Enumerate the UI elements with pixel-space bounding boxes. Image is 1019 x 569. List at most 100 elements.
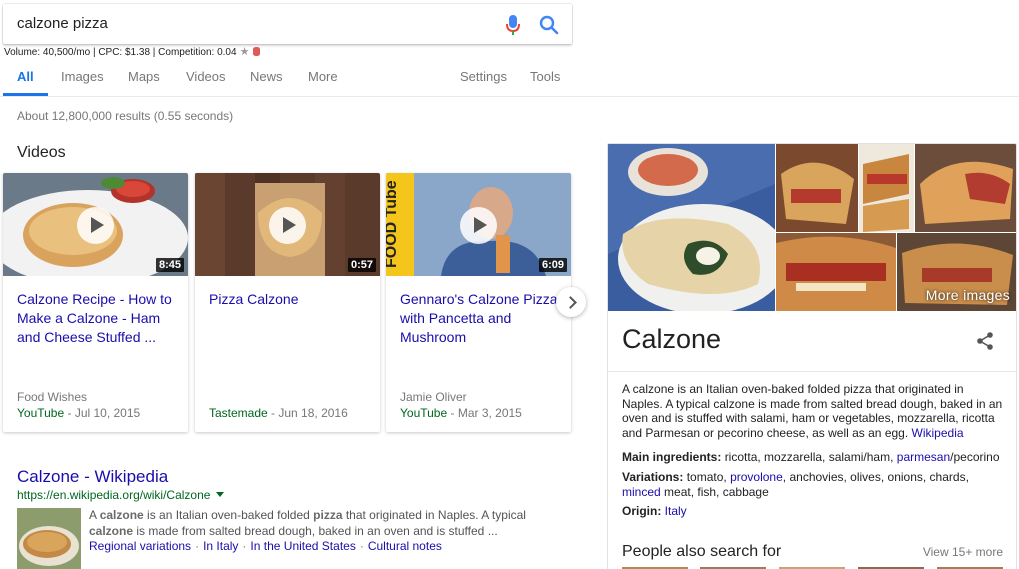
minced-link[interactable]: minced xyxy=(622,485,661,499)
snippet-text: A xyxy=(89,508,100,522)
sitelink-cultural-notes[interactable]: Cultural notes xyxy=(368,539,442,553)
snippet-bold: calzone xyxy=(99,508,144,522)
more-images-link[interactable]: More images xyxy=(926,287,1010,303)
keyword-stats-text: Volume: 40,500/mo | CPC: $1.38 | Competi… xyxy=(4,47,237,58)
kp-fact-variations: Variations: tomato, provolone, anchovies… xyxy=(622,470,1007,499)
tab-maps[interactable]: Maps xyxy=(128,69,160,84)
video-source: YouTube - Mar 3, 2015 xyxy=(400,406,522,420)
parmesan-link[interactable]: parmesan xyxy=(897,450,950,464)
italy-link[interactable]: Italy xyxy=(665,504,687,518)
kp-image-main[interactable] xyxy=(608,144,775,311)
active-tab-indicator xyxy=(3,93,48,96)
sitelink-in-the-united-states[interactable]: In the United States xyxy=(250,539,355,553)
tab-settings[interactable]: Settings xyxy=(460,69,507,84)
search-icon[interactable] xyxy=(539,15,559,35)
kp-image[interactable] xyxy=(776,233,896,311)
video-source: YouTube - Jul 10, 2015 xyxy=(17,406,140,420)
video-card[interactable]: FOOD Tube 6:09 Gennaro's Calzone Pizza w… xyxy=(386,173,571,432)
snippet-text: that originated in Naples. A typical xyxy=(342,508,526,522)
microphone-icon[interactable] xyxy=(505,14,521,36)
caret-down-icon[interactable] xyxy=(216,492,225,497)
tab-all[interactable]: All xyxy=(17,69,34,84)
knowledge-panel: More images Calzone A calzone is an Ital… xyxy=(607,143,1017,569)
fact-value: , anchovies, olives, onions, chards, xyxy=(782,470,969,484)
wiki-url-text: https://en.wikipedia.org/wiki/Calzone xyxy=(17,488,211,502)
database-icon[interactable] xyxy=(253,47,261,56)
fact-label: Main ingredients: xyxy=(622,450,722,464)
video-date: - Jun 18, 2016 xyxy=(267,406,348,420)
video-author: Jamie Oliver xyxy=(400,390,467,404)
play-icon[interactable] xyxy=(269,207,306,244)
separator: · xyxy=(359,539,364,553)
fact-value: /pecorino xyxy=(950,450,1000,464)
tab-more[interactable]: More xyxy=(308,69,338,84)
sitelink-regional-variations[interactable]: Regional variations xyxy=(89,539,191,553)
sitelink-in-italy[interactable]: In Italy xyxy=(203,539,238,553)
separator: · xyxy=(195,539,200,553)
video-source: Tastemade - Jun 18, 2016 xyxy=(209,406,348,420)
video-duration: 0:57 xyxy=(347,258,376,272)
snippet-bold: calzone xyxy=(89,524,134,538)
video-thumbnail[interactable]: 0:57 xyxy=(195,173,380,276)
fact-value: ricotta, mozzarella, salami/ham, xyxy=(724,450,894,464)
kp-image-more[interactable]: More images xyxy=(897,233,1016,311)
video-duration: 8:45 xyxy=(155,258,184,272)
calzone-thumb-image xyxy=(17,508,81,569)
calzone-slice-image xyxy=(776,144,858,232)
video-title[interactable]: Pizza Calzone xyxy=(209,290,367,309)
calzone-board-image-2 xyxy=(915,144,1016,232)
calzone-cut-image xyxy=(608,144,775,311)
share-icon[interactable] xyxy=(975,331,995,351)
tab-news[interactable]: News xyxy=(250,69,283,84)
kp-title: Calzone xyxy=(622,324,722,354)
snippet-text: is an Italian oven-baked folded xyxy=(143,508,314,522)
video-title[interactable]: Gennaro's Calzone Pizza with Pancetta an… xyxy=(400,290,558,347)
kp-image[interactable] xyxy=(859,144,914,232)
wiki-result-url: https://en.wikipedia.org/wiki/Calzone xyxy=(17,488,225,502)
keyword-stats: Volume: 40,500/mo | CPC: $1.38 | Competi… xyxy=(4,45,261,58)
video-card[interactable]: 0:57 Pizza Calzone Tastemade - Jun 18, 2… xyxy=(195,173,380,432)
separator: · xyxy=(242,539,247,553)
video-card[interactable]: 8:45 Calzone Recipe - How to Make a Calz… xyxy=(3,173,188,432)
video-author: Food Wishes xyxy=(17,390,88,404)
wiki-result-title[interactable]: Calzone - Wikipedia xyxy=(17,467,168,487)
video-site: YouTube xyxy=(400,406,448,420)
play-icon[interactable] xyxy=(460,207,497,244)
tab-videos[interactable]: Videos xyxy=(186,69,226,84)
video-site: Tastemade xyxy=(209,406,268,420)
videos-heading: Videos xyxy=(17,144,66,161)
people-also-search-heading: People also search for xyxy=(622,543,782,560)
tab-tools[interactable]: Tools xyxy=(530,69,560,84)
kp-image[interactable] xyxy=(776,144,858,232)
video-thumbnail[interactable]: FOOD Tube 6:09 xyxy=(386,173,571,276)
kp-wikipedia-link[interactable]: Wikipedia xyxy=(912,426,964,440)
video-duration: 6:09 xyxy=(538,258,567,272)
view-more-link[interactable]: View 15+ more xyxy=(923,545,1003,559)
star-icon[interactable]: ★ xyxy=(240,46,250,58)
search-box[interactable]: calzone pizza xyxy=(3,4,572,44)
provolone-link[interactable]: provolone xyxy=(730,470,783,484)
wiki-thumbnail[interactable] xyxy=(17,508,81,569)
next-videos-button[interactable] xyxy=(556,287,586,317)
divider xyxy=(608,371,1016,372)
tab-images[interactable]: Images xyxy=(61,69,104,84)
kp-fact-ingredients: Main ingredients: ricotta, mozzarella, s… xyxy=(622,450,1007,465)
search-tabs: All Images Maps Videos News More Setting… xyxy=(0,60,1019,97)
video-date: - Mar 3, 2015 xyxy=(447,406,522,420)
video-title[interactable]: Calzone Recipe - How to Make a Calzone -… xyxy=(17,290,175,347)
foodtube-badge: FOOD Tube xyxy=(386,180,400,268)
kp-fact-origin: Origin: Italy xyxy=(622,504,1007,519)
fact-label: Origin: xyxy=(622,504,662,518)
video-thumbnail[interactable]: 8:45 xyxy=(3,173,188,276)
wiki-snippet: A calzone is an Italian oven-baked folde… xyxy=(89,507,529,539)
fact-value: meat, fish, cabbage xyxy=(664,484,769,499)
calzone-stack-image xyxy=(859,144,914,232)
video-date: - Jul 10, 2015 xyxy=(64,406,141,420)
snippet-bold: pizza xyxy=(313,508,343,522)
search-input[interactable]: calzone pizza xyxy=(17,15,108,32)
kp-image[interactable] xyxy=(915,144,1016,232)
snippet-text: is made from salted bread dough, baked i… xyxy=(133,524,498,538)
play-icon[interactable] xyxy=(77,207,114,244)
fact-label: Variations: xyxy=(622,470,684,484)
wiki-sitelinks: Regional variations · In Italy · In the Unit… xyxy=(89,539,442,553)
